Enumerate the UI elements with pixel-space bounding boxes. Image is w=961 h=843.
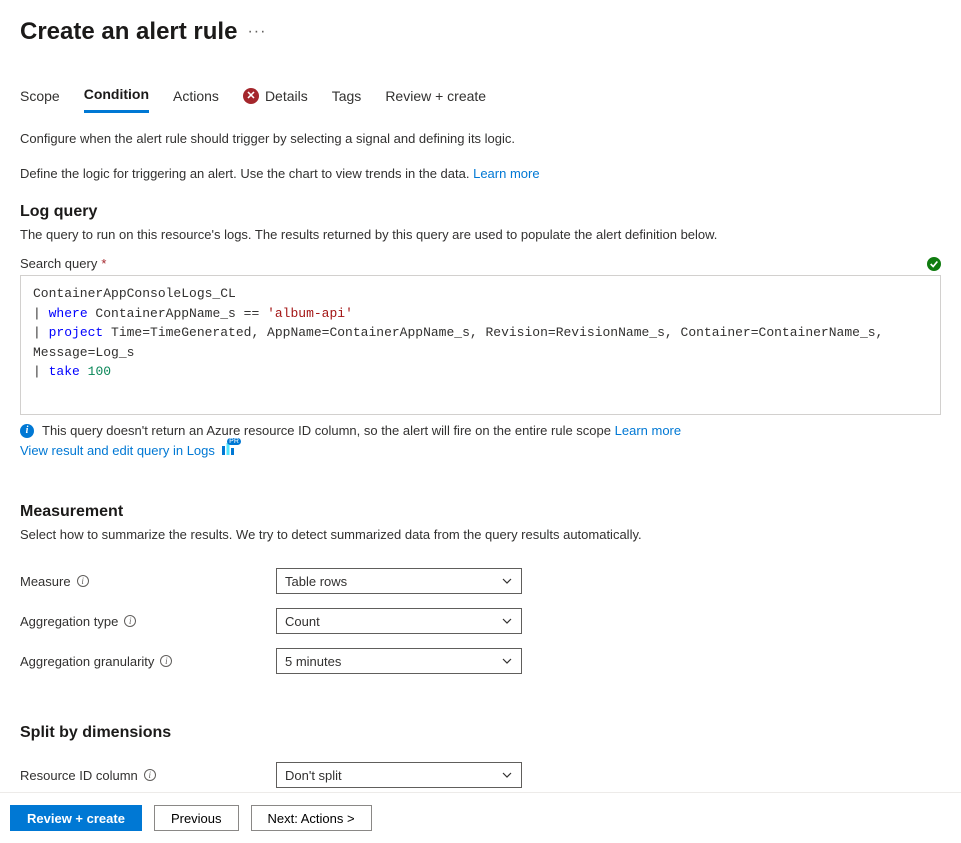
query-line: | project Time=TimeGenerated, AppName=Co… xyxy=(33,323,928,362)
tab-label: Scope xyxy=(20,88,60,104)
select-value: 5 minutes xyxy=(285,654,341,669)
tab-label: Condition xyxy=(84,86,149,102)
review-create-button[interactable]: Review + create xyxy=(10,805,142,831)
logs-icon[interactable]: PR xyxy=(221,442,235,459)
preview-badge: PR xyxy=(227,438,241,445)
chevron-down-icon xyxy=(501,655,513,667)
log-query-desc: The query to run on this resource's logs… xyxy=(20,227,941,242)
tab-condition[interactable]: Condition xyxy=(84,86,149,113)
chevron-down-icon xyxy=(501,575,513,587)
page-title: Create an alert rule xyxy=(20,18,237,46)
measurement-title: Measurement xyxy=(20,503,941,521)
chevron-down-icon xyxy=(501,615,513,627)
query-info-text: This query doesn't return an Azure resou… xyxy=(42,423,681,438)
tab-label: Review + create xyxy=(385,88,486,104)
info-icon: i xyxy=(20,424,34,438)
aggregation-granularity-label: Aggregation granularity i xyxy=(20,654,276,669)
query-info-bar: i This query doesn't return an Azure res… xyxy=(20,423,941,438)
tab-details[interactable]: ✕ Details xyxy=(243,86,308,113)
query-line: | where ContainerAppName_s == 'album-api… xyxy=(33,304,928,324)
info-icon[interactable]: i xyxy=(144,769,156,781)
measure-label: Measure i xyxy=(20,574,276,589)
required-asterisk: * xyxy=(101,256,106,271)
search-query-label: Search query* xyxy=(20,256,106,271)
query-line: ContainerAppConsoleLogs_CL xyxy=(33,284,928,304)
aggregation-granularity-select[interactable]: 5 minutes xyxy=(276,648,522,674)
info-icon[interactable]: i xyxy=(124,615,136,627)
footer-bar: Review + create Previous Next: Actions > xyxy=(0,792,961,843)
tab-label: Actions xyxy=(173,88,219,104)
info-icon[interactable]: i xyxy=(160,655,172,667)
tab-actions[interactable]: Actions xyxy=(173,86,219,113)
chevron-down-icon xyxy=(501,769,513,781)
tab-scope[interactable]: Scope xyxy=(20,86,60,113)
query-line: | take 100 xyxy=(33,362,928,382)
resource-id-column-select[interactable]: Don't split xyxy=(276,762,522,788)
tab-review-create[interactable]: Review + create xyxy=(385,86,486,113)
tab-tags[interactable]: Tags xyxy=(332,86,362,113)
log-query-title: Log query xyxy=(20,203,941,221)
measure-select[interactable]: Table rows xyxy=(276,568,522,594)
resource-id-column-label: Resource ID column i xyxy=(20,768,276,783)
next-button[interactable]: Next: Actions > xyxy=(251,805,372,831)
info-icon[interactable]: i xyxy=(77,575,89,587)
more-icon[interactable]: ··· xyxy=(247,23,266,41)
error-badge-icon: ✕ xyxy=(243,88,259,104)
previous-button[interactable]: Previous xyxy=(154,805,239,831)
measurement-desc: Select how to summarize the results. We … xyxy=(20,527,941,542)
select-value: Table rows xyxy=(285,574,347,589)
split-dimensions-title: Split by dimensions xyxy=(20,724,941,742)
select-value: Don't split xyxy=(285,768,342,783)
select-value: Count xyxy=(285,614,320,629)
tab-label: Tags xyxy=(332,88,362,104)
intro-line-1: Configure when the alert rule should tri… xyxy=(20,131,941,146)
content-pane: Configure when the alert rule should tri… xyxy=(0,131,961,791)
query-editor[interactable]: ContainerAppConsoleLogs_CL | where Conta… xyxy=(20,275,941,415)
aggregation-type-select[interactable]: Count xyxy=(276,608,522,634)
view-result-link[interactable]: View result and edit query in Logs xyxy=(20,443,215,458)
tabs-bar: Scope Condition Actions ✕ Details Tags R… xyxy=(0,86,961,113)
tab-label: Details xyxy=(265,88,308,104)
aggregation-type-label: Aggregation type i xyxy=(20,614,276,629)
validation-ok-icon xyxy=(927,257,941,271)
intro-text: Define the logic for triggering an alert… xyxy=(20,166,469,181)
intro-line-2: Define the logic for triggering an alert… xyxy=(20,166,941,181)
learn-more-link[interactable]: Learn more xyxy=(473,166,539,181)
query-info-learn-more-link[interactable]: Learn more xyxy=(615,423,681,438)
